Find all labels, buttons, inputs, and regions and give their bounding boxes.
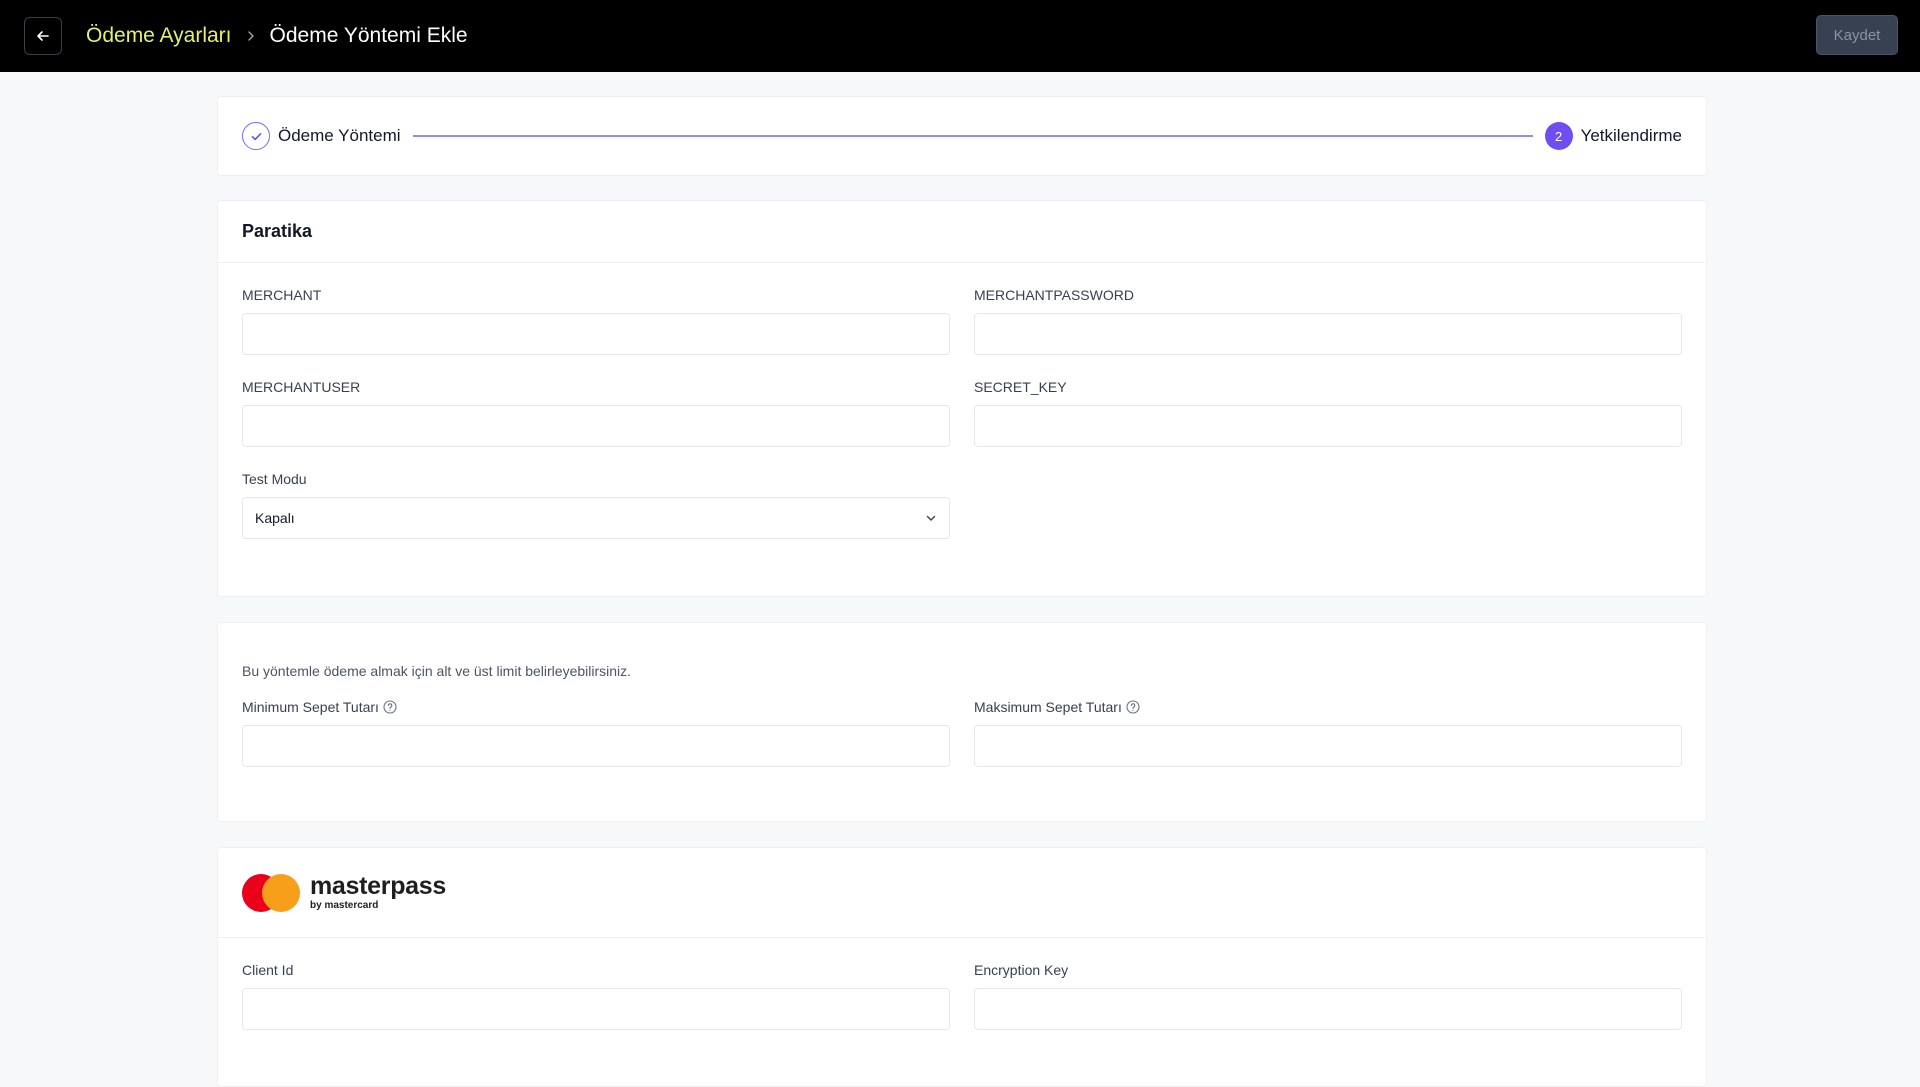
- secret-key-field: SECRET_KEY: [974, 379, 1682, 447]
- breadcrumb-parent-link[interactable]: Ödeme Ayarları: [86, 24, 232, 48]
- back-button[interactable]: [24, 17, 62, 55]
- client-id-input[interactable]: [242, 988, 950, 1030]
- min-basket-label-text: Minimum Sepet Tutarı: [242, 699, 379, 715]
- secret-key-input[interactable]: [974, 405, 1682, 447]
- step-complete-check-icon: [242, 122, 270, 150]
- min-basket-label: Minimum Sepet Tutarı: [242, 699, 950, 715]
- mastercard-circles-icon: [242, 873, 300, 912]
- step-connector-line: [412, 135, 1533, 137]
- encryption-key-field: Encryption Key: [974, 962, 1682, 1030]
- page-title: Ödeme Yöntemi Ekle: [269, 24, 468, 47]
- arrow-left-icon: [37, 31, 49, 41]
- max-basket-label: Maksimum Sepet Tutarı: [974, 699, 1682, 715]
- test-mode-select[interactable]: Kapalı: [242, 497, 950, 539]
- client-id-field: Client Id: [242, 962, 950, 1030]
- test-mode-label: Test Modu: [242, 471, 307, 487]
- masterpass-card: masterpass by mastercard Client Id Encry…: [217, 847, 1707, 1087]
- merchantpassword-input[interactable]: [974, 313, 1682, 355]
- encryption-key-input[interactable]: [974, 988, 1682, 1030]
- encryption-key-label: Encryption Key: [974, 962, 1069, 978]
- step-1-label[interactable]: Ödeme Yöntemi: [278, 126, 401, 146]
- merchantpassword-field: MERCHANTPASSWORD: [974, 287, 1682, 355]
- secret-key-label: SECRET_KEY: [974, 379, 1067, 395]
- stepper: Ödeme Yöntemi 2 Yetkilendirme: [217, 96, 1707, 176]
- min-basket-input[interactable]: [242, 725, 950, 767]
- masterpass-logo-word: masterpass: [310, 872, 446, 900]
- merchantuser-label: MERCHANTUSER: [242, 379, 361, 395]
- step-2-number: 2: [1544, 122, 1573, 150]
- limits-card: Bu yöntemle ödeme almak için alt ve üst …: [217, 622, 1707, 822]
- top-bar: Ödeme Ayarları Ödeme Yöntemi Ekle Kaydet: [0, 0, 1920, 72]
- help-circle-icon[interactable]: [1126, 700, 1140, 714]
- merchant-label: MERCHANT: [242, 287, 322, 303]
- masterpass-logo-by: by mastercard: [310, 900, 379, 911]
- merchantpassword-label: MERCHANTPASSWORD: [974, 287, 1134, 303]
- merchant-input[interactable]: [242, 313, 950, 355]
- max-basket-field: Maksimum Sepet Tutarı: [974, 699, 1682, 767]
- paratika-title: Paratika: [218, 201, 1706, 263]
- merchantuser-input[interactable]: [242, 405, 950, 447]
- max-basket-input[interactable]: [974, 725, 1682, 767]
- merchant-field: MERCHANT: [242, 287, 950, 355]
- test-mode-field: Test Modu Kapalı: [242, 471, 950, 539]
- chevron-right-icon: [246, 31, 256, 41]
- min-basket-field: Minimum Sepet Tutarı: [242, 699, 950, 767]
- max-basket-label-text: Maksimum Sepet Tutarı: [974, 699, 1122, 715]
- limits-help-text: Bu yöntemle ödeme almak için alt ve üst …: [242, 663, 632, 679]
- chevron-down-icon: [926, 515, 936, 521]
- merchantuser-field: MERCHANTUSER: [242, 379, 950, 447]
- masterpass-logo: masterpass by mastercard: [242, 872, 446, 912]
- test-mode-value: Kapalı: [255, 510, 295, 526]
- step-2-label: Yetkilendirme: [1580, 126, 1682, 145]
- save-button[interactable]: Kaydet: [1816, 15, 1898, 55]
- client-id-label: Client Id: [242, 962, 294, 978]
- help-circle-icon[interactable]: [383, 700, 397, 714]
- paratika-card: Paratika MERCHANT MERCHANTPASSWORD MERCH…: [217, 200, 1707, 597]
